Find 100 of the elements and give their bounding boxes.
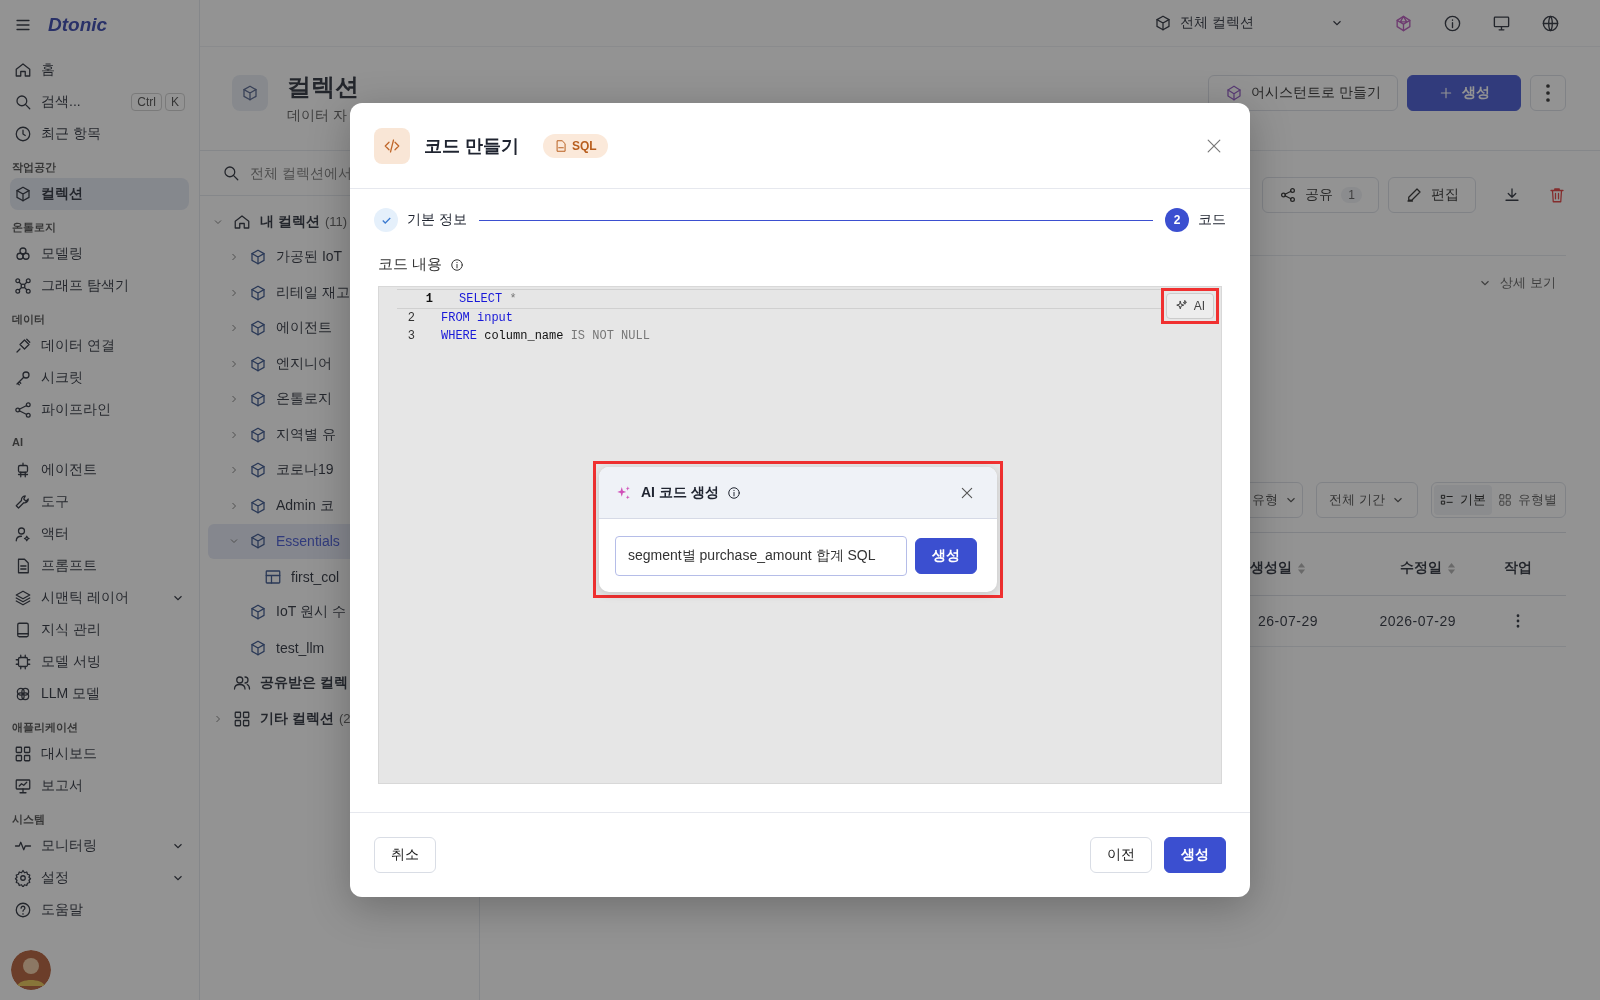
- sidebar-item[interactable]: LLM 모델: [10, 678, 189, 710]
- table-cell-text: 2026-07-29: [1378, 613, 1457, 629]
- generate-button[interactable]: 생성: [915, 538, 977, 574]
- cube-icon: [249, 390, 267, 409]
- sidebar-item[interactable]: 시크릿: [10, 362, 189, 394]
- section-heading: 작업공간: [12, 160, 57, 174]
- column-header[interactable]: 작업: [1470, 559, 1566, 577]
- download-icon[interactable]: [1503, 186, 1521, 204]
- nodes-icon: [14, 277, 32, 295]
- line-number: 2: [406, 311, 415, 325]
- back-button[interactable]: 이전: [1090, 837, 1152, 873]
- code-line: SELECT *: [459, 292, 517, 306]
- column-header[interactable]: 수정일: [1320, 559, 1470, 577]
- step-label: 코드: [1198, 211, 1226, 229]
- avatar[interactable]: [11, 950, 51, 990]
- scope-dropdown[interactable]: 전체 컬렉션: [1154, 14, 1344, 32]
- globe-icon[interactable]: [1541, 13, 1560, 33]
- edit-button[interactable]: 편집: [1388, 177, 1476, 213]
- search-icon: [14, 93, 32, 111]
- page-subtitle: 데이터 자: [287, 107, 348, 125]
- monitor-icon[interactable]: [1492, 13, 1511, 33]
- plug-icon: [14, 337, 32, 355]
- search-icon: [222, 164, 240, 182]
- sidebar-item[interactable]: 도구: [10, 486, 189, 518]
- sidebar-item[interactable]: 데이터 연결: [10, 330, 189, 362]
- sort-icon: [1297, 561, 1306, 575]
- logo[interactable]: Dtonic: [48, 14, 108, 36]
- step-number: 2: [1165, 208, 1189, 232]
- circles-icon: [14, 245, 32, 263]
- sidebar-item[interactable]: 액터: [10, 518, 189, 550]
- shortcut-key: K: [165, 93, 185, 111]
- filter-dropdown[interactable]: 전체 기간: [1316, 482, 1418, 518]
- sidebar-item[interactable]: 도움말: [10, 894, 189, 926]
- table-icon: [264, 567, 282, 586]
- more-button[interactable]: [1530, 75, 1566, 111]
- info-icon[interactable]: [1443, 13, 1462, 33]
- line-number: 3: [406, 329, 415, 343]
- view-tab[interactable]: 기본: [1434, 485, 1492, 515]
- share-icon: [1279, 186, 1298, 204]
- cube-icon: [249, 425, 267, 444]
- search-field[interactable]: 전체 컬렉션에서: [248, 164, 362, 182]
- sidebar-item[interactable]: 프롬프트: [10, 550, 189, 582]
- dialog-title: 코드 만들기: [424, 134, 519, 158]
- sidebar-item[interactable]: 시맨틱 레이어: [10, 582, 189, 614]
- create-button[interactable]: 생성: [1407, 75, 1521, 111]
- kebab-icon: [1546, 84, 1550, 102]
- info-icon[interactable]: [726, 485, 741, 500]
- cube-icon: [241, 84, 259, 102]
- language-badge: SQL: [543, 133, 608, 158]
- cube-icon: [249, 248, 267, 267]
- clover-icon: [14, 685, 32, 703]
- sidebar-item[interactable]: 설정: [10, 862, 189, 894]
- info-icon[interactable]: [450, 257, 465, 272]
- sidebar-item[interactable]: 모니터링: [10, 830, 189, 862]
- layers-icon: [14, 589, 32, 607]
- cube-icon: [249, 283, 267, 302]
- sidebar-item[interactable]: 모델링: [10, 238, 189, 270]
- delete-icon[interactable]: [1548, 186, 1566, 204]
- code-editor[interactable]: 1 SELECT * 2 FROM input 3 WHERE column_name IS NOT NULL AI AI 코드 생성 segment별 purchase_amount 합계 SQL 생성: [378, 286, 1222, 784]
- sidebar-item[interactable]: 에이전트: [10, 454, 189, 486]
- settings-icon: [14, 869, 32, 887]
- cube-icon: [249, 496, 267, 515]
- sidebar-item[interactable]: 지식 관리: [10, 614, 189, 646]
- section-heading: 온톨로지: [12, 220, 57, 234]
- sidebar-item[interactable]: 그래프 탐색기: [10, 270, 189, 302]
- step-label: 기본 정보: [407, 211, 467, 229]
- sidebar-item[interactable]: 검색... Ctrl K: [10, 86, 189, 118]
- brackets-icon: [383, 136, 401, 155]
- cancel-button[interactable]: 취소: [374, 837, 436, 873]
- code-line: FROM input: [441, 311, 514, 325]
- grid-icon: [14, 745, 32, 763]
- list-icon: [1440, 493, 1454, 507]
- wrench-icon: [14, 493, 32, 511]
- chip-icon: [14, 653, 32, 671]
- polyhedron-icon: [1225, 84, 1244, 102]
- key-icon: [14, 369, 32, 387]
- sidebar-item[interactable]: 모델 서빙: [10, 646, 189, 678]
- sidebar-item[interactable]: 보고서: [10, 770, 189, 802]
- polyhedron-icon[interactable]: [1394, 13, 1413, 33]
- sidebar-item[interactable]: 홈: [10, 54, 189, 86]
- pencil-icon: [1405, 186, 1423, 204]
- sidebar-item[interactable]: 컬렉션: [10, 178, 189, 210]
- sidebar-item[interactable]: 파이프라인: [10, 394, 189, 426]
- sidebar-item[interactable]: 최근 항목: [10, 118, 189, 150]
- create-button[interactable]: 생성: [1164, 837, 1226, 873]
- field-label: 코드 내용: [378, 255, 443, 274]
- cube-icon: [249, 319, 267, 338]
- cube-icon: [249, 638, 267, 657]
- users-icon: [233, 674, 251, 693]
- section-heading: AI: [12, 436, 24, 450]
- popup-title: AI 코드 생성: [641, 483, 719, 502]
- sidebar-item[interactable]: 대시보드: [10, 738, 189, 770]
- clock-icon: [14, 125, 32, 143]
- view-tab[interactable]: 유형별: [1492, 485, 1563, 515]
- assistant-button[interactable]: 어시스턴트로 만들기: [1208, 75, 1398, 111]
- share-button[interactable]: 공유 1: [1262, 177, 1379, 213]
- prompt-field[interactable]: segment별 purchase_amount 합계 SQL: [615, 536, 907, 576]
- page-title: 컬렉션: [287, 72, 359, 102]
- ai-button[interactable]: AI: [1165, 293, 1214, 319]
- cube-icon: [14, 185, 32, 203]
